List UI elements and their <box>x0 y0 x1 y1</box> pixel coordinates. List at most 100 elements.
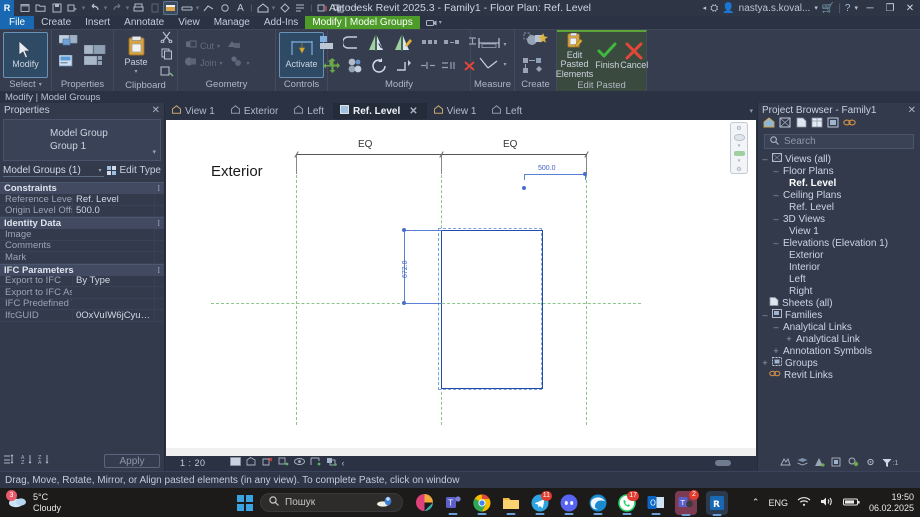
switch-windows-icon[interactable] <box>315 1 330 15</box>
taskbar-teams-chat-icon[interactable]: T 2 <box>675 489 699 516</box>
expander-icon[interactable]: – <box>761 310 769 320</box>
taskbar-teams-icon[interactable]: T <box>443 492 463 515</box>
start-button-icon[interactable] <box>237 494 253 511</box>
reveal-hidden-elements-icon[interactable]: ‹ <box>342 458 345 468</box>
eq-label-right[interactable]: EQ <box>503 139 517 150</box>
tile-windows-icon[interactable] <box>331 1 346 15</box>
property-row-ifc-predefined-type[interactable]: IFC Predefined Type <box>0 298 164 310</box>
unpin-icon[interactable] <box>441 61 456 73</box>
taskbar-discord-icon[interactable] <box>559 492 579 515</box>
tree-node-floor-plan-ref-level[interactable]: Ref. Level <box>758 177 920 189</box>
open-icon[interactable] <box>33 1 48 15</box>
cut-geometry-icon[interactable] <box>184 39 197 53</box>
visual-style-icon[interactable] <box>229 456 241 469</box>
measure-between-references-icon[interactable] <box>478 37 501 52</box>
view-tab-ref-level[interactable]: Ref. Level ✕ <box>332 103 427 119</box>
search-help-icon[interactable]: ⛭ <box>710 3 718 14</box>
expander-icon[interactable]: – <box>772 238 780 248</box>
property-row-export-to-ifc[interactable]: Export to IFC By Type <box>0 275 164 287</box>
save-as-icon[interactable] <box>65 1 80 15</box>
reference-plane-vertical-right[interactable] <box>586 175 587 425</box>
qat-dropdown-caret-4[interactable]: ▾ <box>195 4 200 12</box>
cancel-button[interactable]: Cancel <box>620 33 648 79</box>
battery-icon[interactable] <box>842 497 860 509</box>
tag-icon[interactable] <box>179 1 194 15</box>
taskbar-explorer-icon[interactable] <box>501 492 521 515</box>
view-tabs-overflow-caret-icon[interactable]: ▾ <box>749 103 757 119</box>
spot-elevation-icon[interactable] <box>217 1 232 15</box>
navigation-settings-icon[interactable]: ⚙ <box>736 125 741 132</box>
demolish-icon[interactable] <box>227 39 241 53</box>
measure-along-caret-icon[interactable]: ▾ <box>503 61 506 68</box>
tree-node-3d-views[interactable]: – 3D Views <box>758 213 920 225</box>
tab-manage[interactable]: Manage <box>207 16 257 29</box>
offset-icon[interactable] <box>341 35 360 53</box>
crop-view-icon[interactable] <box>278 457 289 469</box>
help-caret-icon[interactable]: ▾ <box>854 4 858 12</box>
taskbar-telegram-icon[interactable]: 11 <box>530 490 552 515</box>
rotate-icon[interactable] <box>371 57 388 77</box>
worksets-icon[interactable] <box>779 457 791 469</box>
split-element-icon[interactable] <box>420 61 435 73</box>
type-selector-caret-icon[interactable]: ▾ <box>152 148 156 156</box>
redo-icon[interactable] <box>109 1 124 15</box>
view-navigation-widget[interactable]: ⚙ ▾ ▾ ⚙ <box>730 122 748 174</box>
user-avatar-icon[interactable]: 👤 <box>722 3 734 14</box>
model-site-icon[interactable] <box>814 457 825 469</box>
view-tab-view-1-a[interactable]: View 1 <box>165 103 224 119</box>
split-caret-icon[interactable]: ▾ <box>247 60 250 67</box>
group-properties-icon[interactable] <box>4 454 16 468</box>
select-caret-icon[interactable]: ▾ <box>39 81 42 88</box>
section-icon[interactable] <box>201 1 216 15</box>
property-row-mark[interactable]: Mark <box>0 252 164 264</box>
section-box-icon[interactable] <box>733 150 745 156</box>
tree-node-views-all[interactable]: – Views (all) <box>758 153 920 165</box>
properties-dialog-button[interactable] <box>59 34 81 75</box>
property-row-reference-level[interactable]: Reference Level Ref. Level <box>0 193 164 206</box>
tree-node-analytical-link[interactable]: + Analytical Link <box>758 333 920 345</box>
view-scale-label[interactable]: 1 : 20 <box>180 458 206 468</box>
scale-icon[interactable] <box>444 38 459 50</box>
expander-icon[interactable]: – <box>772 190 780 200</box>
print-icon[interactable] <box>131 1 146 15</box>
measure-icon[interactable] <box>147 1 162 15</box>
customize-qat-icon[interactable]: ▾ <box>353 4 358 12</box>
design-options-icon[interactable] <box>796 457 808 469</box>
account-name[interactable]: nastya.s.koval... <box>739 3 811 14</box>
tree-node-elevation-right[interactable]: Right <box>758 285 920 297</box>
temporary-hide-isolate-icon[interactable] <box>326 457 337 469</box>
tree-node-revit-links[interactable]: Revit Links <box>758 369 920 381</box>
filter-icon[interactable]: :1 <box>882 458 898 468</box>
tab-insert[interactable]: Insert <box>78 16 117 29</box>
qat-dropdown-caret-8[interactable]: ▾ <box>347 4 352 12</box>
shop-icon[interactable]: 🛒 <box>822 3 834 14</box>
view-control-pill[interactable] <box>715 459 731 466</box>
tab-modify-model-groups[interactable]: Modify | Model Groups <box>305 16 420 29</box>
temp-dimension-vertical-grip-bottom[interactable] <box>402 301 406 305</box>
tree-node-ceiling-plan-ref-level[interactable]: Ref. Level <box>758 201 920 213</box>
taskbar-edge-icon[interactable] <box>588 492 608 515</box>
edit-type-button[interactable]: Edit Type <box>107 165 161 176</box>
expander-icon[interactable]: – <box>761 154 769 164</box>
language-indicator[interactable]: ENG <box>768 498 788 508</box>
mirror-pick-axis-icon[interactable] <box>367 34 386 54</box>
account-caret-icon[interactable]: ▾ <box>814 4 818 12</box>
property-group-identity-data-handle[interactable]: ⁞ <box>157 219 160 228</box>
aligned-dimension-icon[interactable] <box>163 1 178 15</box>
tree-node-families[interactable]: – Families <box>758 309 920 321</box>
sort-descending-icon[interactable]: ZA <box>38 454 50 468</box>
property-row-origin-level-offset[interactable]: Origin Level Offset 500.0 <box>0 205 164 217</box>
hide-crop-region-icon[interactable] <box>293 457 305 469</box>
view-tools-dropdown[interactable]: ▾ <box>420 16 448 29</box>
pasted-group-geometry[interactable] <box>441 230 543 389</box>
schedules-icon[interactable] <box>811 117 823 131</box>
exterior-text-label[interactable]: Exterior <box>211 163 263 180</box>
mirror-draw-axis-icon[interactable] <box>393 34 412 54</box>
cut-icon[interactable] <box>160 31 174 46</box>
revit-logo-icon[interactable]: R <box>0 0 14 16</box>
properties-close-icon[interactable]: ✕ <box>152 105 160 116</box>
create-similar-icon[interactable] <box>523 58 548 77</box>
qat-dropdown-caret-3[interactable]: ▾ <box>125 4 130 12</box>
view-tab-left-a[interactable]: Left <box>287 103 333 119</box>
property-value-reference-level[interactable]: Ref. Level <box>72 193 154 205</box>
